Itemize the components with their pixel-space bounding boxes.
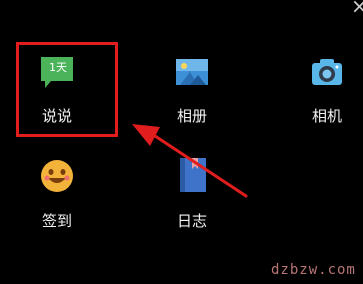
tile-camera[interactable]: 相机 (287, 45, 363, 135)
diary-icon (174, 156, 210, 192)
tile-diary[interactable]: 日志 (152, 148, 232, 238)
watermark: dzbzw.com (271, 262, 356, 278)
app-grid-screen: × 1 1天 说说 相册 (0, 0, 363, 284)
tile-label-album: 相册 (176, 107, 207, 125)
camera-icon (309, 55, 345, 91)
tile-label-camera: 相机 (311, 107, 342, 125)
highlight-box (16, 42, 118, 137)
tile-label-diary: 日志 (176, 212, 207, 230)
tile-label-checkin: 签到 (41, 212, 72, 230)
checkin-icon (39, 158, 75, 194)
close-icon[interactable]: × (351, 0, 363, 16)
tile-album[interactable]: 相册 (152, 45, 232, 135)
album-icon (174, 55, 210, 91)
tile-checkin[interactable]: 签到 (17, 148, 97, 238)
